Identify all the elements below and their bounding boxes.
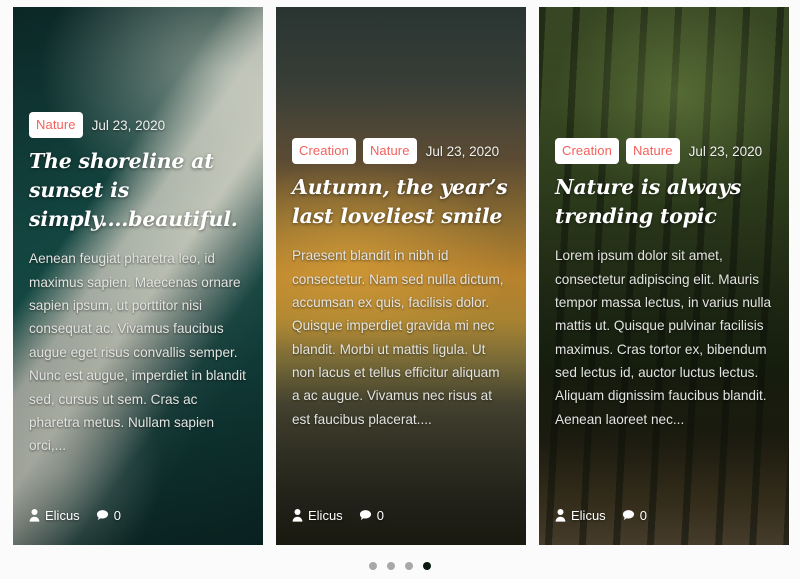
tag-badge[interactable]: Creation [292, 138, 356, 164]
carousel-slides: Nature Jul 23, 2020 The shoreline at sun… [13, 7, 789, 545]
post-comment-count: 0 [376, 508, 384, 523]
post-comments[interactable]: 0 [622, 508, 647, 523]
tag-badge[interactable]: Nature [362, 138, 417, 164]
post-comments[interactable]: 0 [96, 508, 121, 523]
tag-badge[interactable]: Nature [625, 138, 680, 164]
cover-spacer [555, 7, 773, 138]
post-date: Jul 23, 2020 [425, 143, 500, 159]
post-author: Elicus [292, 508, 343, 523]
comment-bubble-icon [622, 510, 634, 521]
post-footer: Elicus 0 [555, 508, 773, 545]
carousel-dot[interactable] [423, 562, 431, 570]
post-card[interactable]: Creation Nature Jul 23, 2020 Nature is a… [539, 7, 789, 545]
post-author-name: Elicus [45, 508, 80, 523]
post-meta: Nature Jul 23, 2020 [29, 112, 247, 138]
post-excerpt: Lorem ipsum dolor sit amet, consectetur … [555, 248, 772, 427]
post-footer: Elicus 0 [29, 508, 247, 545]
cover-spacer [29, 7, 247, 112]
carousel-dot[interactable] [369, 562, 377, 570]
carousel-pagination[interactable] [0, 562, 800, 570]
post-meta: Creation Nature Jul 23, 2020 [555, 138, 773, 164]
comment-bubble-icon [96, 510, 108, 521]
cover-spacer [292, 7, 510, 138]
post-card-content: Creation Nature Jul 23, 2020 Autumn, the… [276, 7, 526, 545]
post-author-name: Elicus [308, 508, 343, 523]
post-comment-count: 0 [639, 508, 647, 523]
post-comments[interactable]: 0 [359, 508, 384, 523]
tag-badge[interactable]: Nature [29, 112, 83, 138]
post-author-name: Elicus [571, 508, 606, 523]
user-icon [29, 509, 40, 522]
post-author: Elicus [555, 508, 606, 523]
post-footer: Elicus 0 [292, 508, 510, 545]
post-card-content: Nature Jul 23, 2020 The shoreline at sun… [13, 7, 263, 545]
post-title[interactable]: The shoreline at sunset is simply....bea… [29, 147, 247, 234]
post-card-content: Creation Nature Jul 23, 2020 Nature is a… [539, 7, 789, 545]
post-comment-count: 0 [113, 508, 121, 523]
user-icon [555, 509, 566, 522]
post-date: Jul 23, 2020 [91, 117, 166, 133]
post-author: Elicus [29, 508, 80, 523]
post-title[interactable]: Nature is always trending topic [555, 173, 773, 231]
post-title[interactable]: Autumn, the year’s last loveliest smile [292, 173, 510, 231]
post-card[interactable]: Creation Nature Jul 23, 2020 Autumn, the… [276, 7, 526, 545]
post-card[interactable]: Nature Jul 23, 2020 The shoreline at sun… [13, 7, 263, 545]
carousel-dot[interactable] [405, 562, 413, 570]
post-carousel[interactable]: Nature Jul 23, 2020 The shoreline at sun… [0, 0, 800, 579]
post-excerpt: Praesent blandit in nibh id consectetur.… [292, 248, 504, 427]
post-excerpt: Aenean feugiat pharetra leo, id maximus … [29, 251, 246, 454]
carousel-dot[interactable] [387, 562, 395, 570]
post-date: Jul 23, 2020 [688, 143, 763, 159]
user-icon [292, 509, 303, 522]
tag-badge[interactable]: Creation [555, 138, 619, 164]
post-meta: Creation Nature Jul 23, 2020 [292, 138, 510, 164]
comment-bubble-icon [359, 510, 371, 521]
